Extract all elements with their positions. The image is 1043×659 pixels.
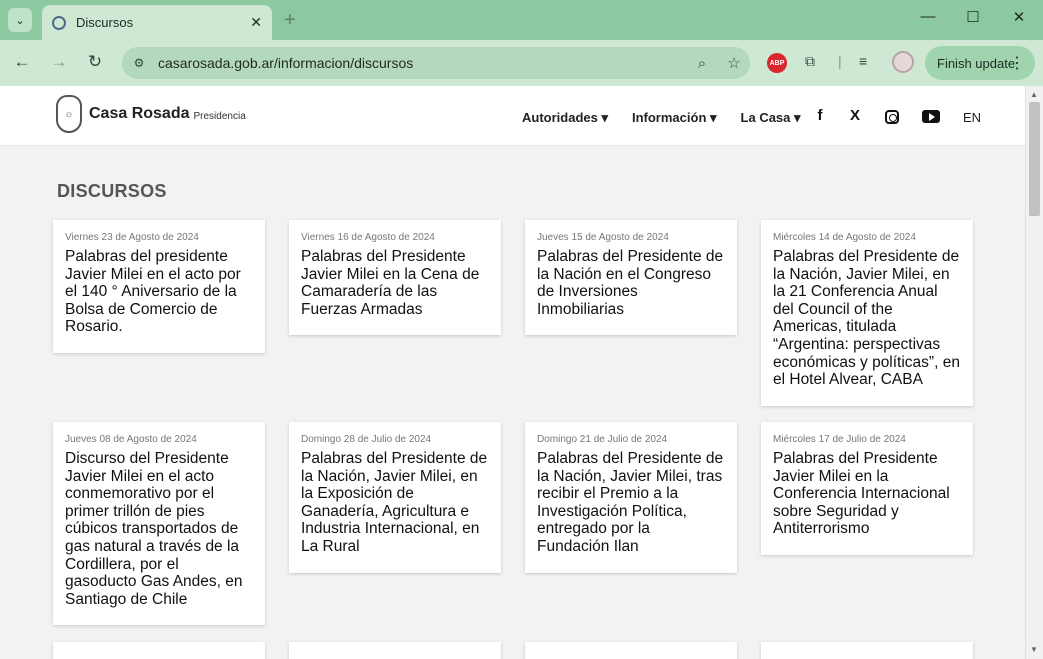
- tab-strip: ⌄ Discursos ✕ + — ☐ ✕: [0, 0, 1043, 40]
- scroll-up-icon[interactable]: ▲: [1030, 90, 1038, 99]
- speech-card[interactable]: Miércoles 14 de Agosto de 2024 Palabras …: [761, 220, 973, 406]
- finish-update-label: Finish update: [937, 55, 1016, 71]
- speech-card[interactable]: [53, 642, 265, 659]
- page-title: DISCURSOS: [57, 181, 167, 201]
- card-date: Viernes 16 de Agosto de 2024: [301, 232, 435, 243]
- language-switch[interactable]: EN: [963, 110, 981, 125]
- speech-card[interactable]: Jueves 15 de Agosto de 2024 Palabras del…: [525, 220, 737, 335]
- speech-card[interactable]: [289, 642, 501, 659]
- card-title[interactable]: Palabras del Presidente de la Nación en …: [537, 248, 725, 318]
- brand-name: Casa Rosada: [89, 105, 190, 122]
- speech-card[interactable]: Viernes 16 de Agosto de 2024 Palabras de…: [289, 220, 501, 335]
- card-title[interactable]: Palabras del Presidente Javier Milei en …: [773, 450, 961, 538]
- scrollbar-thumb[interactable]: [1029, 102, 1040, 216]
- close-tab-icon[interactable]: ✕: [250, 14, 262, 31]
- card-date: Miércoles 14 de Agosto de 2024: [773, 232, 916, 243]
- tab-title: Discursos: [76, 15, 134, 30]
- url-text[interactable]: casarosada.gob.ar/informacion/discursos: [158, 55, 686, 71]
- finish-update-button[interactable]: Finish update ⋮: [925, 46, 1035, 80]
- adblock-plus-icon[interactable]: ABP: [767, 53, 787, 73]
- card-date: Domingo 28 de Julio de 2024: [301, 434, 432, 445]
- vertical-scrollbar[interactable]: ▲ ▼: [1025, 86, 1043, 659]
- forward-button[interactable]: →: [47, 52, 71, 72]
- main-nav: Autoridades ▾ Información ▾ La Casa ▾: [522, 110, 825, 126]
- card-title[interactable]: Palabras del Presidente Javier Milei en …: [301, 248, 489, 318]
- more-menu-icon[interactable]: ⋮: [1009, 53, 1025, 73]
- maximize-button[interactable]: ☐: [961, 8, 985, 26]
- card-date: Viernes 23 de Agosto de 2024: [65, 232, 199, 243]
- tab-search-button[interactable]: ⌄: [8, 8, 32, 32]
- profile-avatar[interactable]: [892, 51, 914, 73]
- card-date: Jueves 15 de Agosto de 2024: [537, 232, 669, 243]
- coat-of-arms-icon: ☼: [56, 95, 82, 133]
- nav-informacion[interactable]: Información ▾: [632, 110, 717, 126]
- page-viewport: ☼ Casa Rosada Presidencia Autoridades ▾ …: [0, 86, 1043, 659]
- zoom-icon[interactable]: ⌕: [686, 55, 718, 72]
- nav-label: Información: [631, 110, 707, 125]
- speech-card[interactable]: [525, 642, 737, 659]
- card-title[interactable]: Palabras del presidente Javier Milei en …: [65, 248, 253, 336]
- speech-card[interactable]: Miércoles 17 de Julio de 2024 Palabras d…: [761, 422, 973, 555]
- instagram-icon[interactable]: [885, 110, 899, 124]
- card-title[interactable]: Discurso del Presidente Javier Milei en …: [65, 450, 253, 608]
- speech-card[interactable]: Domingo 28 de Julio de 2024 Palabras del…: [289, 422, 501, 573]
- card-date: Domingo 21 de Julio de 2024: [537, 434, 668, 445]
- site-header: ☼ Casa Rosada Presidencia Autoridades ▾ …: [0, 86, 1025, 146]
- card-date: Miércoles 17 de Julio de 2024: [773, 434, 906, 445]
- speech-card[interactable]: [761, 642, 973, 659]
- tab-discursos[interactable]: Discursos ✕: [42, 5, 272, 40]
- card-title[interactable]: Palabras del Presidente de la Nación, Ja…: [537, 450, 725, 556]
- bookmark-star-icon[interactable]: ☆: [718, 54, 750, 72]
- media-control-icon[interactable]: ≡: [859, 53, 867, 69]
- scroll-down-icon[interactable]: ▼: [1030, 645, 1038, 654]
- chevron-down-icon: ⌄: [15, 14, 25, 27]
- nav-autoridades[interactable]: Autoridades ▾: [522, 110, 608, 126]
- favicon-icon: [52, 15, 66, 30]
- speech-card[interactable]: Viernes 23 de Agosto de 2024 Palabras de…: [53, 220, 265, 353]
- card-title[interactable]: Palabras del Presidente de la Nación, Ja…: [301, 450, 489, 556]
- new-tab-button[interactable]: +: [284, 9, 296, 32]
- toolbar-divider: |: [838, 53, 842, 69]
- site-logo[interactable]: ☼ Casa Rosada Presidencia: [56, 95, 246, 133]
- facebook-icon[interactable]: f: [810, 107, 830, 124]
- nav-la-casa[interactable]: La Casa ▾: [741, 110, 801, 126]
- card-title[interactable]: Palabras del Presidente de la Nación, Ja…: [773, 248, 961, 389]
- site-info-icon[interactable]: ⚙: [128, 52, 150, 74]
- card-date: Jueves 08 de Agosto de 2024: [65, 434, 197, 445]
- reload-button[interactable]: ↻: [83, 52, 107, 72]
- speech-card[interactable]: Jueves 08 de Agosto de 2024 Discurso del…: [53, 422, 265, 625]
- close-window-button[interactable]: ✕: [1007, 8, 1031, 26]
- youtube-icon[interactable]: [922, 110, 940, 123]
- x-twitter-icon[interactable]: X: [845, 107, 865, 124]
- minimize-button[interactable]: —: [916, 8, 940, 25]
- nav-label: La Casa: [740, 110, 791, 125]
- brand-subtitle: Presidencia: [193, 111, 246, 122]
- back-button[interactable]: ←: [10, 52, 34, 72]
- extensions-icon[interactable]: ⧉: [805, 53, 815, 70]
- speech-card[interactable]: Domingo 21 de Julio de 2024 Palabras del…: [525, 422, 737, 573]
- browser-toolbar: ← → ↻ ⚙ casarosada.gob.ar/informacion/di…: [0, 40, 1043, 86]
- nav-label: Autoridades: [522, 110, 598, 125]
- address-bar[interactable]: ⚙ casarosada.gob.ar/informacion/discurso…: [122, 47, 750, 79]
